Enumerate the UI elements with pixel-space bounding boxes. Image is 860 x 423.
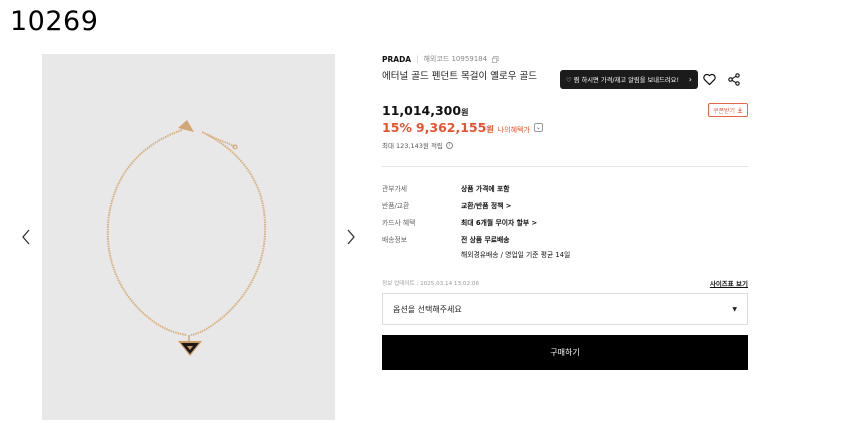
detail-row-tax: 관부가세 상품 가격에 포함: [382, 183, 748, 193]
details-list: 관부가세 상품 가격에 포함 반품/교환 교환/반품 정책 > 카드사 혜택 최…: [382, 183, 748, 266]
detail-value: 상품 가격에 포함: [461, 185, 510, 193]
original-price: 11,014,300원: [382, 103, 469, 118]
points-info: 최대 123,143원 적립 i: [382, 140, 453, 150]
product-code: 해외코드 10959184: [423, 55, 488, 63]
page-id-label: 10269: [10, 6, 99, 37]
necklace-image: [42, 54, 335, 420]
updated-timestamp: 정보 업데이트 : 2025.03.14 13:02:06: [382, 281, 480, 287]
detail-row-card: 카드사 혜택 최대 6개월 무이자 할부 >: [382, 217, 748, 227]
option-placeholder: 옵션을 선택해주세요: [393, 304, 462, 314]
brand-name[interactable]: PRADA: [382, 55, 411, 64]
detail-row-shipping: 배송정보 전 상품 무료배송 해외경유배송 / 영업일 기준 평균 14일: [382, 234, 748, 259]
product-image: [42, 54, 335, 420]
detail-row-return: 반품/교환 교환/반품 정책 >: [382, 200, 748, 210]
detail-label: 배송정보: [382, 236, 408, 244]
shipping-extra: 해외경유배송 / 영업일 기준 평균 14일: [461, 251, 571, 259]
share-icon[interactable]: [728, 73, 740, 86]
restock-label: ♡ 찜 하시면 가격/재고 알림을 보내드려요!: [566, 77, 679, 84]
separator: |: [416, 55, 419, 63]
size-guide-link[interactable]: 사이즈표 보기: [710, 278, 748, 288]
chevron-right-icon: ›: [688, 75, 692, 84]
shipping-value: 전 상품 무료배송 해외경유배송 / 영업일 기준 평균 14일: [461, 234, 570, 259]
shipping-free: 전 상품 무료배송: [461, 236, 510, 244]
detail-label: 관부가세: [382, 185, 408, 193]
discount-rate: 15%: [382, 120, 412, 135]
detail-label: 카드사 혜택: [382, 219, 416, 227]
return-policy-link[interactable]: 교환/반품 정책 >: [461, 200, 511, 210]
next-image-button[interactable]: [344, 227, 358, 247]
previous-image-button[interactable]: [19, 227, 33, 247]
points-label: 최대 123,143원 적립: [382, 142, 443, 150]
divider: [382, 166, 748, 167]
brand-row: PRADA | 해외코드 10959184: [382, 54, 748, 64]
chevron-right-icon: [347, 229, 355, 245]
chevron-left-icon: [22, 229, 30, 245]
my-benefit-label: 나의혜택가: [497, 126, 530, 134]
coupon-button[interactable]: 쿠폰받기: [708, 103, 748, 117]
download-icon: [737, 107, 743, 113]
card-benefit-link[interactable]: 최대 6개월 무이자 할부 >: [461, 217, 537, 227]
sale-price-row: 15% 9,362,155원 나의혜택가 ⌄: [382, 120, 543, 135]
buy-button[interactable]: 구매하기: [382, 335, 748, 370]
copy-icon[interactable]: [492, 55, 499, 63]
product-info-panel: PRADA | 해외코드 10959184 에터널 골드 펜던트 목걸이 옐로우…: [382, 54, 748, 370]
sale-price: 9,362,155원: [415, 120, 494, 135]
option-select[interactable]: 옵션을 선택해주세요 ▼: [382, 293, 748, 325]
wishlist-alert-button[interactable]: ♡ 찜 하시면 가격/재고 알림을 보내드려요! ›: [560, 70, 698, 89]
coupon-label: 쿠폰받기: [712, 107, 736, 115]
caret-down-icon: ▼: [732, 305, 737, 313]
info-icon[interactable]: i: [445, 141, 453, 149]
heart-icon[interactable]: [703, 73, 716, 86]
detail-label: 반품/교환: [382, 202, 410, 210]
chevron-down-icon[interactable]: ⌄: [533, 123, 543, 132]
